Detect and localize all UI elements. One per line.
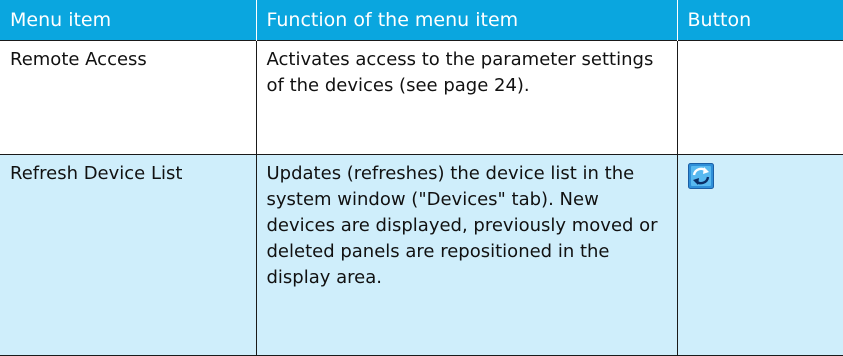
- menu-item-cell: Remote Access: [0, 39, 257, 155]
- table-header-row: Menu item Function of the menu item Butt…: [0, 0, 843, 40]
- menu-items-table: Menu item Function of the menu item Butt…: [0, 0, 843, 356]
- header-button: Button: [677, 0, 843, 40]
- header-menu-item: Menu item: [0, 0, 257, 40]
- function-cell: Activates access to the parameter settin…: [255, 39, 678, 155]
- menu-item-cell: Refresh Device List: [0, 153, 257, 356]
- button-cell: [676, 153, 843, 356]
- table-row: Refresh Device List Updates (refreshes) …: [0, 153, 843, 356]
- button-cell: [676, 39, 843, 155]
- function-cell: Updates (refreshes) the device list in t…: [255, 153, 678, 356]
- header-function: Function of the menu item: [256, 0, 678, 40]
- refresh-icon: [687, 162, 714, 189]
- table-row: Remote Access Activates access to the pa…: [0, 39, 843, 155]
